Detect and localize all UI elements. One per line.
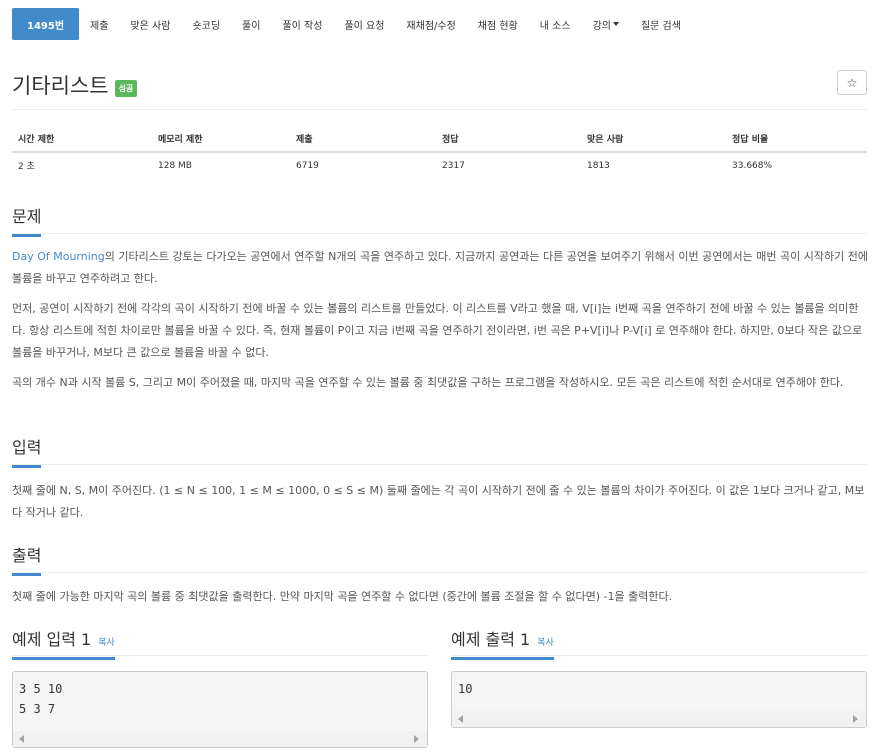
star-icon: ☆ — [846, 75, 858, 90]
problem-paragraph-3: 곡의 개수 N과 시작 볼륨 S, 그리고 M이 주어졌을 때, 마지막 곡을 … — [12, 376, 844, 389]
scroll-left-icon[interactable] — [458, 715, 463, 723]
accepted-header: 정답 — [436, 126, 581, 153]
sample-input-box[interactable]: 3 5 10 5 3 7 — [12, 671, 428, 748]
time-limit-value: 2 초 — [18, 162, 35, 172]
problem-paragraph-1-text: 의 기타리스트 강토는 다가오는 공연에서 연주할 N개의 곡을 연주하고 있다… — [12, 250, 868, 285]
star-button[interactable]: ☆ — [837, 70, 867, 95]
memory-limit-header: 메모리 제한 — [152, 126, 290, 153]
title-row: 기타리스트 성공 — [12, 70, 138, 100]
ratio-value: 33.668% — [732, 160, 773, 171]
problem-heading: 문제 — [12, 203, 42, 237]
scroll-left-icon[interactable] — [19, 735, 24, 743]
tab-request-solution[interactable]: 풀이 요청 — [333, 8, 395, 40]
solvers-header: 맞은 사람 — [581, 126, 726, 153]
sample-output-box[interactable]: 10 — [451, 671, 867, 728]
horizontal-scrollbar[interactable] — [13, 731, 427, 747]
output-heading: 출력 — [12, 542, 42, 576]
memory-limit-value: 128 MB — [158, 160, 192, 171]
tab-solutions[interactable]: 풀이 — [231, 8, 271, 40]
title-divider — [12, 109, 867, 110]
accepted-value: 2317 — [442, 160, 465, 171]
section-divider — [451, 655, 867, 656]
tab-lectures[interactable]: 강의 — [582, 8, 630, 40]
status-badge: 성공 — [114, 79, 138, 97]
output-description: 첫째 줄에 가능한 마지막 곡의 볼륨 중 최댓값을 출력한다. 만약 마지막 … — [12, 590, 673, 603]
problem-paragraph-2: 먼저, 공연이 시작하기 전에 각각의 곡이 시작하기 전에 바꿀 수 있는 볼… — [12, 302, 863, 359]
problem-nav: 1495번 제출 맞은 사람 숏코딩 풀이 풀이 작성 풀이 요청 재채점/수정… — [12, 8, 692, 40]
section-divider — [12, 464, 867, 465]
input-heading: 입력 — [12, 434, 42, 468]
section-divider — [12, 572, 867, 573]
table-header-row: 시간 제한 메모리 제한 제출 정답 맞은 사람 정답 비율 — [12, 126, 867, 153]
input-description: 첫째 줄에 N, S, M이 주어진다. (1 ≤ N ≤ 100, 1 ≤ M… — [12, 484, 865, 519]
submissions-value: 6719 — [296, 160, 319, 171]
band-link[interactable]: Day Of Mourning — [12, 250, 105, 263]
sample-input-text: 3 5 10 5 3 7 — [19, 682, 63, 716]
horizontal-scrollbar[interactable] — [452, 711, 866, 727]
solvers-value: 1813 — [587, 160, 610, 171]
sample-output-title: 예제 출력 1 — [451, 630, 531, 649]
tab-submit[interactable]: 제출 — [79, 8, 119, 40]
scroll-right-icon[interactable] — [853, 715, 858, 723]
tab-my-source[interactable]: 내 소스 — [529, 8, 582, 40]
caret-down-icon — [612, 22, 619, 26]
tab-short-coding[interactable]: 숏코딩 — [181, 8, 231, 40]
sample-input-title: 예제 입력 1 — [12, 630, 92, 649]
sample-output-text: 10 — [458, 682, 473, 696]
page-title: 기타리스트 — [12, 74, 109, 98]
section-divider — [12, 655, 428, 656]
tab-lectures-label: 강의 — [592, 20, 611, 32]
ratio-header: 정답 비율 — [726, 126, 867, 153]
scroll-right-icon[interactable] — [414, 735, 419, 743]
tab-solvers[interactable]: 맞은 사람 — [119, 8, 181, 40]
problem-paragraph-1: Day Of Mourning의 기타리스트 강토는 다가오는 공연에서 연주할… — [12, 246, 870, 290]
time-limit-header: 시간 제한 — [12, 126, 152, 153]
tab-problem[interactable]: 1495번 — [12, 8, 80, 40]
section-divider — [12, 233, 867, 234]
tab-status[interactable]: 채점 현황 — [467, 8, 529, 40]
problem-info-table: 시간 제한 메모리 제한 제출 정답 맞은 사람 정답 비율 2 초 128 M… — [12, 126, 867, 178]
tab-write-solution[interactable]: 풀이 작성 — [271, 8, 333, 40]
table-row: 2 초 128 MB 6719 2317 1813 33.668% — [12, 152, 867, 178]
submissions-header: 제출 — [290, 126, 436, 153]
copy-input-button[interactable]: 복사 — [98, 635, 115, 648]
tab-rejudge[interactable]: 재채점/수정 — [395, 8, 466, 40]
tab-question-search[interactable]: 질문 검색 — [630, 8, 692, 40]
copy-output-button[interactable]: 복사 — [537, 635, 554, 648]
